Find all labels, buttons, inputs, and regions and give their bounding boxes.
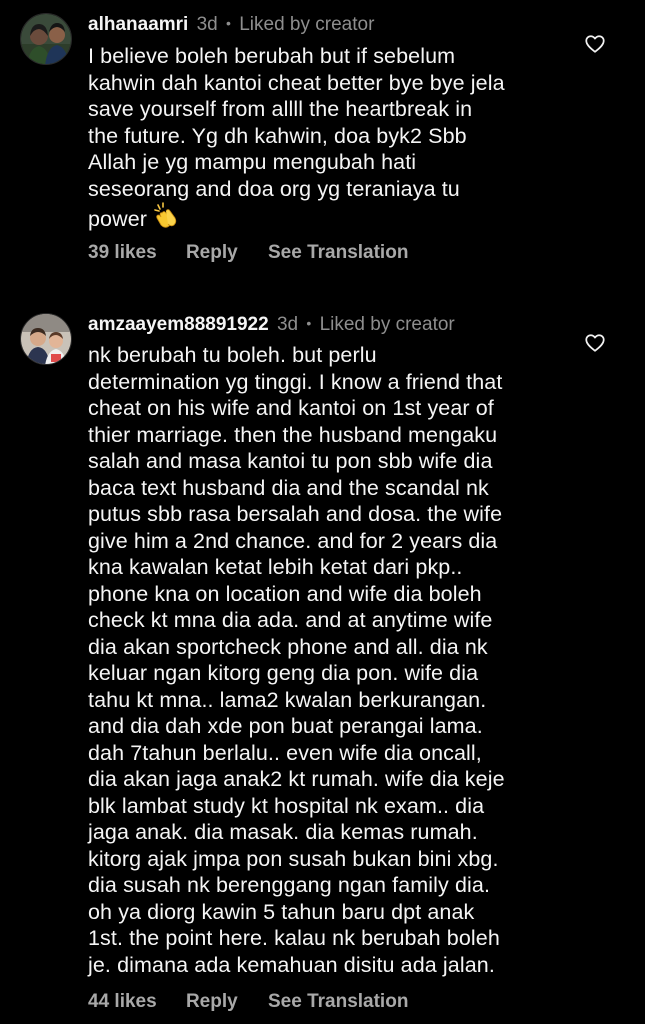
liked-by-creator: Liked by creator bbox=[239, 14, 375, 35]
comment-line: phone kna on location and wife dia boleh bbox=[88, 581, 482, 606]
comment-actions: 44 likes Reply See Translation bbox=[88, 990, 408, 1014]
comment-line: and dia dah xde pon buat perangai lama. bbox=[88, 714, 483, 738]
heart-outline-icon[interactable] bbox=[584, 332, 606, 354]
comment-line: cheat on his wife and kantoi on 1st year… bbox=[88, 396, 494, 420]
comment-line: give him a 2nd chance. and for 2 years d… bbox=[88, 528, 498, 553]
likes-count[interactable]: 44 likes bbox=[88, 990, 157, 1014]
meta-separator: • bbox=[226, 15, 231, 31]
comment-line: the future. Yg dh kahwin, doa byk2 Sbb bbox=[88, 123, 467, 148]
see-translation-button[interactable]: See Translation bbox=[268, 990, 408, 1014]
username[interactable]: amzaayem88891922 bbox=[88, 314, 269, 335]
comment-line: kna kawalan ketat lebih ketat dari pkp.. bbox=[88, 555, 463, 579]
comment-line: save yourself from allll the heartbreak … bbox=[88, 97, 473, 121]
comment-meta: amzaayem88891922 3d • Liked by creator bbox=[88, 311, 455, 337]
comment-line: check kt mna dia ada. and at anytime wif… bbox=[88, 608, 493, 632]
comment-line: dah 7tahun berlalu.. even wife dia oncal… bbox=[88, 740, 482, 765]
comment-line: keluar ngan kitorg geng dia pon. wife di… bbox=[88, 661, 479, 685]
comment-time: 3d bbox=[196, 14, 218, 35]
reply-button[interactable]: Reply bbox=[186, 241, 238, 265]
comment-line: oh ya diorg kawin 5 tahun baru dpt anak bbox=[88, 899, 475, 924]
comment-line-last: power bbox=[88, 202, 568, 237]
meta-separator: • bbox=[306, 315, 312, 331]
comment-line: I believe boleh berubah but if sebelum bbox=[88, 44, 456, 68]
comment-line: salah and masa kantoi tu pon sbb wife di… bbox=[88, 449, 493, 473]
comment-line: je. dimana ada kemahuan disitu ada jalan… bbox=[88, 952, 495, 977]
likes-count[interactable]: 39 likes bbox=[88, 241, 157, 265]
comment-line: dia akan sportcheck phone and all. dia n… bbox=[88, 634, 488, 659]
avatar[interactable] bbox=[20, 13, 72, 65]
comment-line: power bbox=[88, 207, 148, 231]
comment-text: I believe boleh berubah but if sebelum k… bbox=[88, 43, 568, 237]
comment-line: tahu kt mna.. lama2 kwalan berkurangan. bbox=[88, 687, 487, 712]
heart-outline-icon[interactable] bbox=[584, 33, 606, 55]
comment-time: 3d bbox=[276, 314, 299, 335]
comment-line: kahwin dah kantoi cheat better bye bye j… bbox=[88, 70, 505, 95]
see-translation-button[interactable]: See Translation bbox=[268, 241, 408, 265]
avatar-photo-couple bbox=[21, 14, 71, 64]
comment-text: nk berubah tu boleh. but perlu determina… bbox=[88, 342, 568, 978]
comment-actions: 39 likes Reply See Translation bbox=[88, 241, 408, 265]
comment-line: dia susah nk berenggang ngan family dia. bbox=[88, 873, 491, 897]
clapping-hands-emoji bbox=[153, 202, 181, 237]
liked-by-creator: Liked by creator bbox=[319, 314, 455, 335]
avatar[interactable] bbox=[20, 313, 72, 365]
comment-line: jaga anak. dia masak. dia kemas rumah. bbox=[88, 820, 478, 844]
comment-line: putus sbb rasa bersalah and dosa. the wi… bbox=[88, 502, 503, 526]
comment-line: Allah je yg mampu mengubah hati bbox=[88, 150, 417, 174]
comment-line: thier marriage. then the husband mengaku bbox=[88, 422, 498, 447]
comment-meta: alhanaamri 3d • Liked by creator bbox=[88, 11, 374, 37]
reply-button[interactable]: Reply bbox=[186, 990, 238, 1014]
comment-line: dia akan jaga anak2 kt rumah. wife dia k… bbox=[88, 767, 505, 791]
username[interactable]: alhanaamri bbox=[88, 14, 188, 35]
comment-line: seseorang and doa org yg teraniaya tu bbox=[88, 176, 460, 201]
avatar-photo-children bbox=[21, 314, 71, 364]
comment-line: blk lambat study kt hospital nk exam.. d… bbox=[88, 793, 485, 818]
comment-line: baca text husband dia and the scandal nk bbox=[88, 475, 489, 500]
comment-line: kitorg ajak jmpa pon susah bukan bini xb… bbox=[88, 846, 499, 871]
comment-line: determination yg tinggi. I know a friend… bbox=[88, 369, 503, 394]
comment-line: 1st. the point here. kalau nk berubah bo… bbox=[88, 926, 500, 950]
comment-line: nk berubah tu boleh. but perlu bbox=[88, 343, 377, 367]
